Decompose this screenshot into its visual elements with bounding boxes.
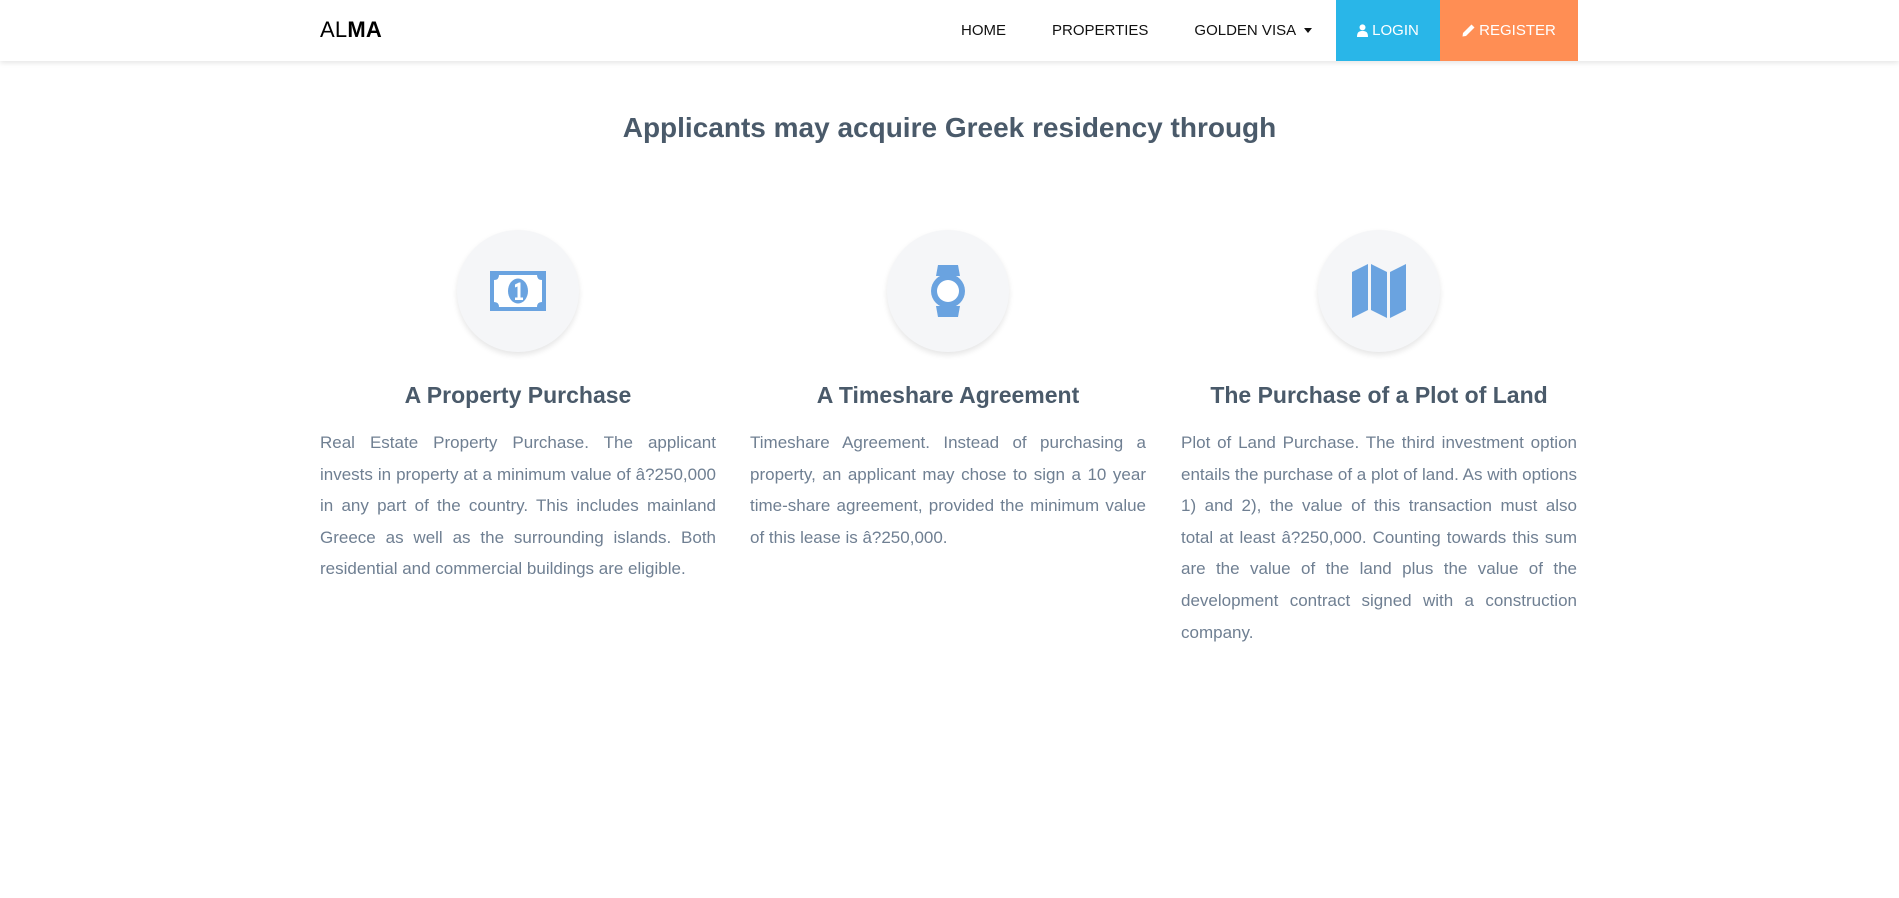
nav-golden-visa-label: GOLDEN VISA xyxy=(1194,22,1297,39)
caret-down-icon xyxy=(1304,28,1313,33)
login-label: LOGIN xyxy=(1372,22,1419,39)
register-label: REGISTER xyxy=(1479,22,1556,39)
feature-description: Real Estate Property Purchase. The appli… xyxy=(320,433,716,579)
nav-links: HOME PROPERTIES GOLDEN VISA xyxy=(946,0,1313,61)
feature-icon-circle xyxy=(887,230,1009,352)
feature-icon-circle xyxy=(457,230,579,352)
nav-home-link[interactable]: HOME xyxy=(961,22,1006,39)
top-navbar: ALMA HOME PROPERTIES GOLDEN VISA LOGIN R… xyxy=(0,0,1899,61)
feature-icon-circle xyxy=(1318,230,1440,352)
feature-plot-of-land: The Purchase of a Plot of Land Plot of L… xyxy=(1181,230,1577,648)
feature-description: Timeshare Agreement. Instead of purchasi… xyxy=(750,433,1146,547)
nav-properties-link[interactable]: PROPERTIES xyxy=(1052,22,1148,39)
pencil-icon xyxy=(1462,24,1475,37)
feature-timeshare-agreement: A Timeshare Agreement Timeshare Agreemen… xyxy=(750,230,1146,553)
brand-suffix: MA xyxy=(347,17,382,42)
register-button[interactable]: REGISTER xyxy=(1440,0,1578,61)
watch-icon xyxy=(931,265,965,317)
feature-title: A Timeshare Agreement xyxy=(816,382,1080,408)
money-bill-icon xyxy=(490,271,546,311)
feature-title: The Purchase of a Plot of Land xyxy=(1210,382,1548,408)
feature-title: A Property Purchase xyxy=(404,382,632,408)
user-icon xyxy=(1357,24,1369,37)
nav-golden-visa-dropdown[interactable]: GOLDEN VISA xyxy=(1194,22,1313,39)
feature-description: Plot of Land Purchase. The third investm… xyxy=(1181,433,1577,642)
section-heading: Applicants may acquire Greek residency t… xyxy=(622,112,1277,143)
brand-logo[interactable]: ALMA xyxy=(320,16,382,44)
brand-prefix: AL xyxy=(320,17,348,42)
feature-property-purchase: A Property Purchase Real Estate Property… xyxy=(320,230,716,585)
map-icon xyxy=(1352,264,1406,318)
login-button[interactable]: LOGIN xyxy=(1336,0,1440,61)
